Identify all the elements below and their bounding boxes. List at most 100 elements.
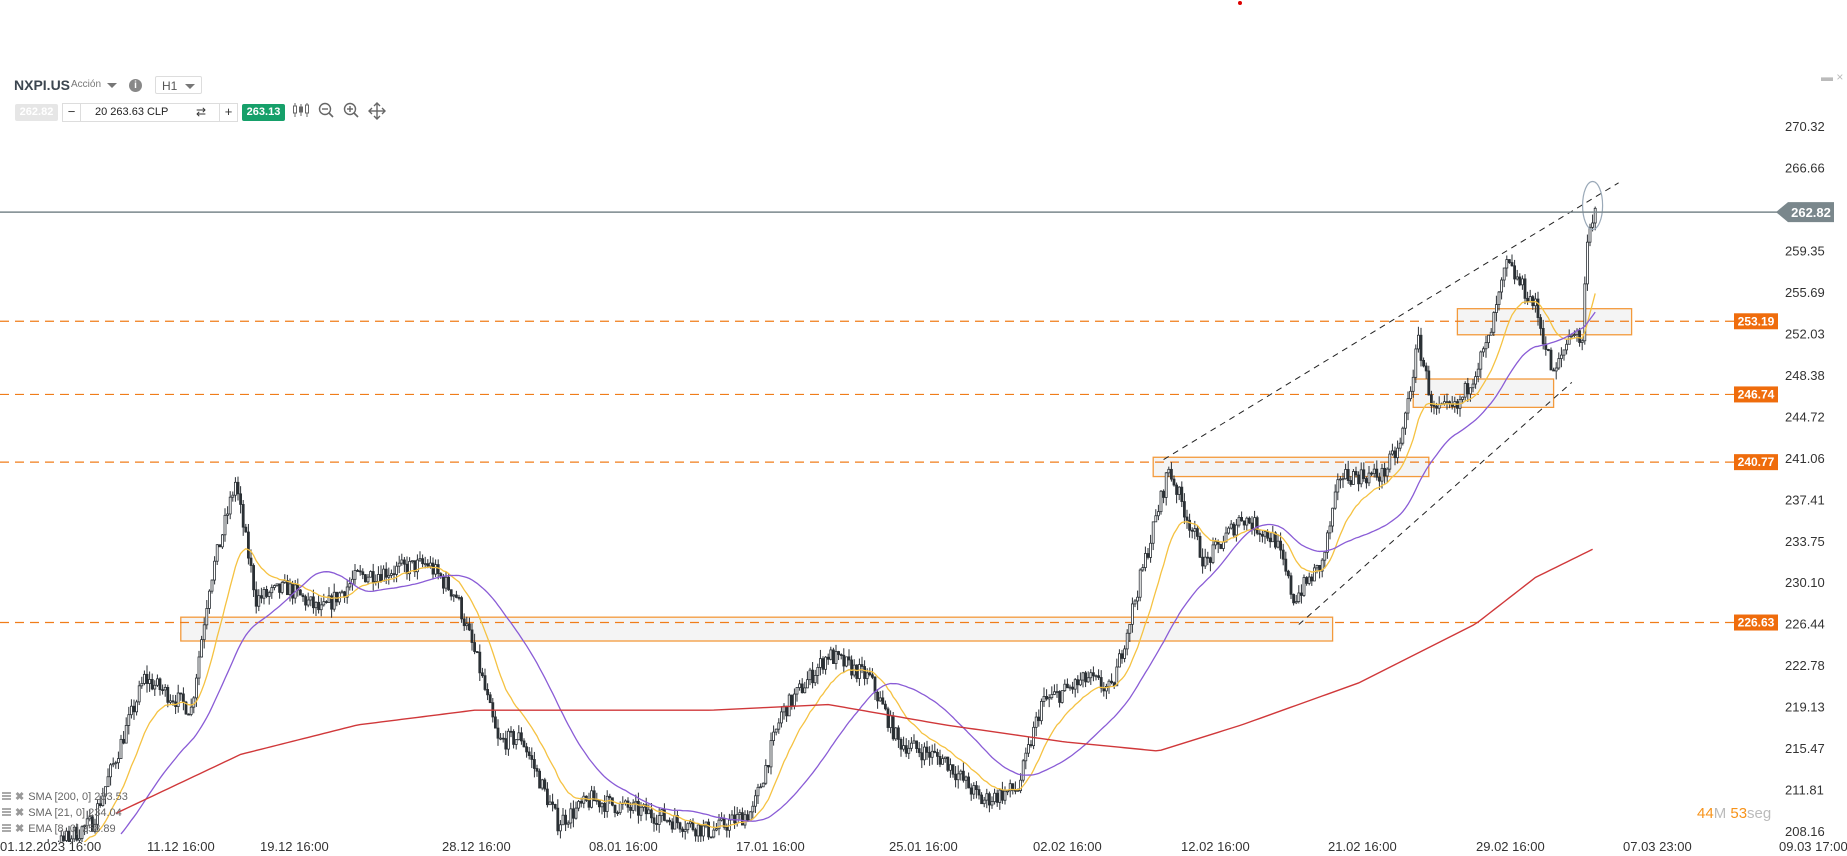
candle-bull [215, 544, 219, 562]
candle-bull [506, 730, 510, 750]
candle-bear [637, 800, 640, 816]
remove-icon[interactable]: ✖ [15, 823, 24, 835]
candle-bull [819, 658, 822, 668]
candle-bull [1333, 491, 1337, 509]
candle-bull [465, 623, 469, 627]
candle-bear [486, 689, 490, 696]
candle-bear [249, 557, 253, 566]
candle-bear [1292, 593, 1295, 604]
candles-icon[interactable] [291, 102, 311, 122]
legend-sma200[interactable]: ✖ SMA [200, 0] 233.53 [2, 790, 128, 803]
candle-bull [1302, 577, 1306, 596]
decrease-button[interactable]: − [63, 104, 81, 121]
candle-bear [504, 738, 508, 750]
remove-icon[interactable]: ✖ [15, 807, 24, 819]
candle-bear [543, 779, 547, 790]
drag-handle-icon[interactable] [2, 824, 11, 833]
increase-button[interactable]: + [219, 104, 237, 121]
candle-bear [1346, 469, 1350, 481]
candle-bull [647, 809, 651, 815]
candle-bear [1209, 557, 1212, 563]
candle-bear [954, 773, 957, 781]
candle-bear [1146, 553, 1150, 558]
candle-bull [114, 762, 118, 765]
candle-bear [1375, 468, 1379, 478]
candle-bear [265, 589, 269, 597]
candle-bull [1229, 523, 1233, 529]
candle-bull [845, 656, 848, 667]
candle-bull [1388, 453, 1392, 470]
candle-bear [522, 740, 526, 748]
candle-bear [904, 745, 908, 754]
candle-bull [1521, 278, 1524, 286]
buy-price-button[interactable]: 263.13 [242, 104, 285, 121]
candle-bear [132, 705, 136, 713]
y-tick-label: 215.47 [1785, 741, 1825, 756]
candle-bull [434, 564, 438, 575]
info-icon[interactable]: i [129, 79, 142, 92]
candle-bull [1326, 532, 1329, 553]
close-button[interactable]: × [1836, 70, 1843, 84]
remove-icon[interactable]: ✖ [15, 791, 24, 803]
candle-bull [418, 558, 422, 561]
candle-bear [1518, 276, 1522, 286]
candle-bull [1024, 752, 1028, 762]
zoom-in-icon[interactable] [341, 102, 361, 122]
drag-handle-icon[interactable] [2, 792, 11, 801]
candle-bull [1081, 672, 1085, 681]
candle-bull [941, 758, 944, 765]
candle-bear [358, 570, 362, 573]
candle-bear [236, 481, 240, 495]
candle-bear [988, 793, 991, 806]
price-chart[interactable]: 270.32 266.66 259.35 255.69 252.03 248.38 244.… [0, 0, 1847, 856]
minimize-button[interactable]: ▬ [1821, 70, 1833, 84]
candle-bear [579, 801, 583, 804]
candle-bull [387, 574, 391, 578]
candle-bear [1552, 369, 1555, 372]
swap-icon[interactable]: ⇄ [196, 105, 206, 119]
candle-bull [985, 793, 989, 801]
drag-handle-icon[interactable] [2, 808, 11, 817]
candle-bear [868, 672, 872, 676]
legend-ema8[interactable]: ✖ EMA [8, 0] 258.89 [2, 822, 116, 835]
candle-bull [748, 811, 752, 821]
candle-bear [1305, 577, 1308, 584]
candle-bear [1250, 522, 1254, 531]
candle-bull [1123, 648, 1126, 659]
symbol-dropdown-icon[interactable] [107, 83, 117, 88]
candle-bull [220, 534, 224, 548]
sell-price-button[interactable]: 262.82 [15, 104, 58, 121]
candle-bear [925, 746, 929, 753]
candle-bull [1557, 358, 1561, 369]
candle-bear [863, 666, 866, 679]
candle-bear [158, 678, 162, 691]
candle-bear [1190, 529, 1194, 532]
amount-value[interactable]: 20 263.63 CLP [95, 106, 168, 118]
candle-bull [369, 571, 373, 578]
candle-bear [246, 531, 250, 559]
x-tick-label: 21.02 16:00 [1328, 839, 1397, 854]
candle-bear [436, 564, 440, 575]
candle-bull [1235, 524, 1238, 536]
x-tick-label: 12.02 16:00 [1181, 839, 1250, 854]
candle-bull [806, 679, 809, 689]
candle-bull [192, 697, 196, 708]
alert-dot [1238, 1, 1242, 5]
candle-bull [1497, 291, 1501, 306]
x-tick-label: 25.01 16:00 [889, 839, 958, 854]
sma200-line [115, 548, 1593, 815]
candle-bear [1261, 534, 1264, 537]
candle-bear [1365, 478, 1368, 484]
legend-sma21[interactable]: ✖ SMA [21, 0] 234.04 [2, 806, 122, 819]
candle-bull [1089, 672, 1093, 679]
candle-bull [894, 727, 898, 740]
candle-bull [1417, 334, 1420, 350]
candle-bull [1385, 468, 1389, 477]
timeframe-select[interactable]: H1 [155, 76, 202, 94]
zoom-out-icon[interactable] [316, 102, 336, 122]
candle-bear [335, 591, 339, 603]
candle-bear [1097, 675, 1100, 678]
candle-bear [616, 812, 619, 815]
move-icon[interactable] [367, 102, 387, 124]
amount-stepper[interactable]: − 20 263.63 CLP ⇄ + [62, 103, 238, 122]
